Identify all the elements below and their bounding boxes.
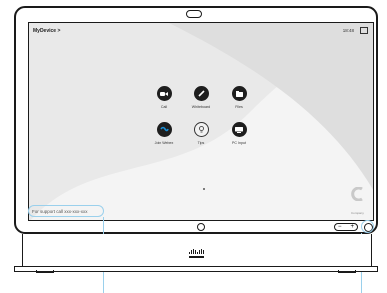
mute-button-highlight <box>361 220 374 233</box>
page-indicator <box>203 188 205 190</box>
left-foot <box>36 270 54 273</box>
touch-screen[interactable]: MyDevice > 18:48 Call Whiteboard Files J… <box>28 22 374 221</box>
video-camera-icon <box>156 86 172 101</box>
cisco-logo <box>189 249 204 258</box>
volume-control[interactable]: − + <box>334 223 358 231</box>
company-logo-caption: Company <box>351 211 364 215</box>
clock-time: 18:48 <box>342 28 354 33</box>
whiteboard-tile[interactable]: Whiteboard <box>186 86 216 109</box>
tips-tile[interactable]: Tips <box>186 122 216 145</box>
volume-up-icon[interactable]: + <box>350 224 354 230</box>
pc-input-label: PC Input <box>232 141 246 145</box>
volume-down-icon[interactable]: − <box>338 224 342 230</box>
folder-icon <box>231 86 247 101</box>
call-tile[interactable]: Call <box>149 86 179 109</box>
whiteboard-label: Whiteboard <box>191 105 211 109</box>
join-webex-label: Join Webex <box>154 141 174 145</box>
device-name[interactable]: MyDevice > <box>33 28 60 34</box>
webex-icon <box>156 122 172 137</box>
monitor-icon <box>231 122 247 137</box>
join-webex-tile[interactable]: Join Webex <box>149 122 179 145</box>
camera-icon <box>186 10 202 18</box>
company-logo-icon <box>351 187 363 201</box>
home-button[interactable] <box>197 223 205 231</box>
call-label: Call <box>160 105 168 109</box>
pencil-icon <box>193 86 209 101</box>
lightbulb-icon <box>193 122 209 137</box>
support-text-highlight <box>28 205 104 217</box>
right-foot <box>338 270 356 273</box>
files-tile[interactable]: Files <box>224 86 254 109</box>
pc-input-tile[interactable]: PC Input <box>224 122 254 145</box>
device-stand <box>14 266 378 272</box>
files-label: Files <box>235 105 243 109</box>
tips-label: Tips <box>197 141 205 145</box>
screen-share-icon[interactable] <box>360 27 368 34</box>
